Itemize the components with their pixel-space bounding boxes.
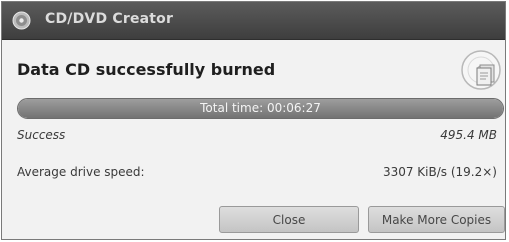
close-button[interactable]: Close [219, 206, 359, 233]
result-label: Success [17, 128, 66, 142]
burn-complete-dialog: CD/DVD Creator Data CD successfully burn… [1, 1, 506, 240]
disc-burner-icon [12, 11, 31, 30]
make-more-copies-button[interactable]: Make More Copies [368, 206, 505, 233]
speed-value: 3307 KiB/s (19.2×) [382, 165, 497, 179]
window-title: CD/DVD Creator [45, 11, 174, 27]
dialog-heading: Data CD successfully burned [17, 60, 276, 79]
result-size: 495.4 MB [440, 128, 497, 142]
speed-label: Average drive speed: [17, 165, 145, 179]
burn-progress-bar: Total time: 00:06:27 [17, 98, 504, 119]
title-bar[interactable]: CD/DVD Creator [2, 2, 505, 40]
data-disc-icon [460, 49, 502, 91]
progress-text: Total time: 00:06:27 [200, 101, 321, 115]
